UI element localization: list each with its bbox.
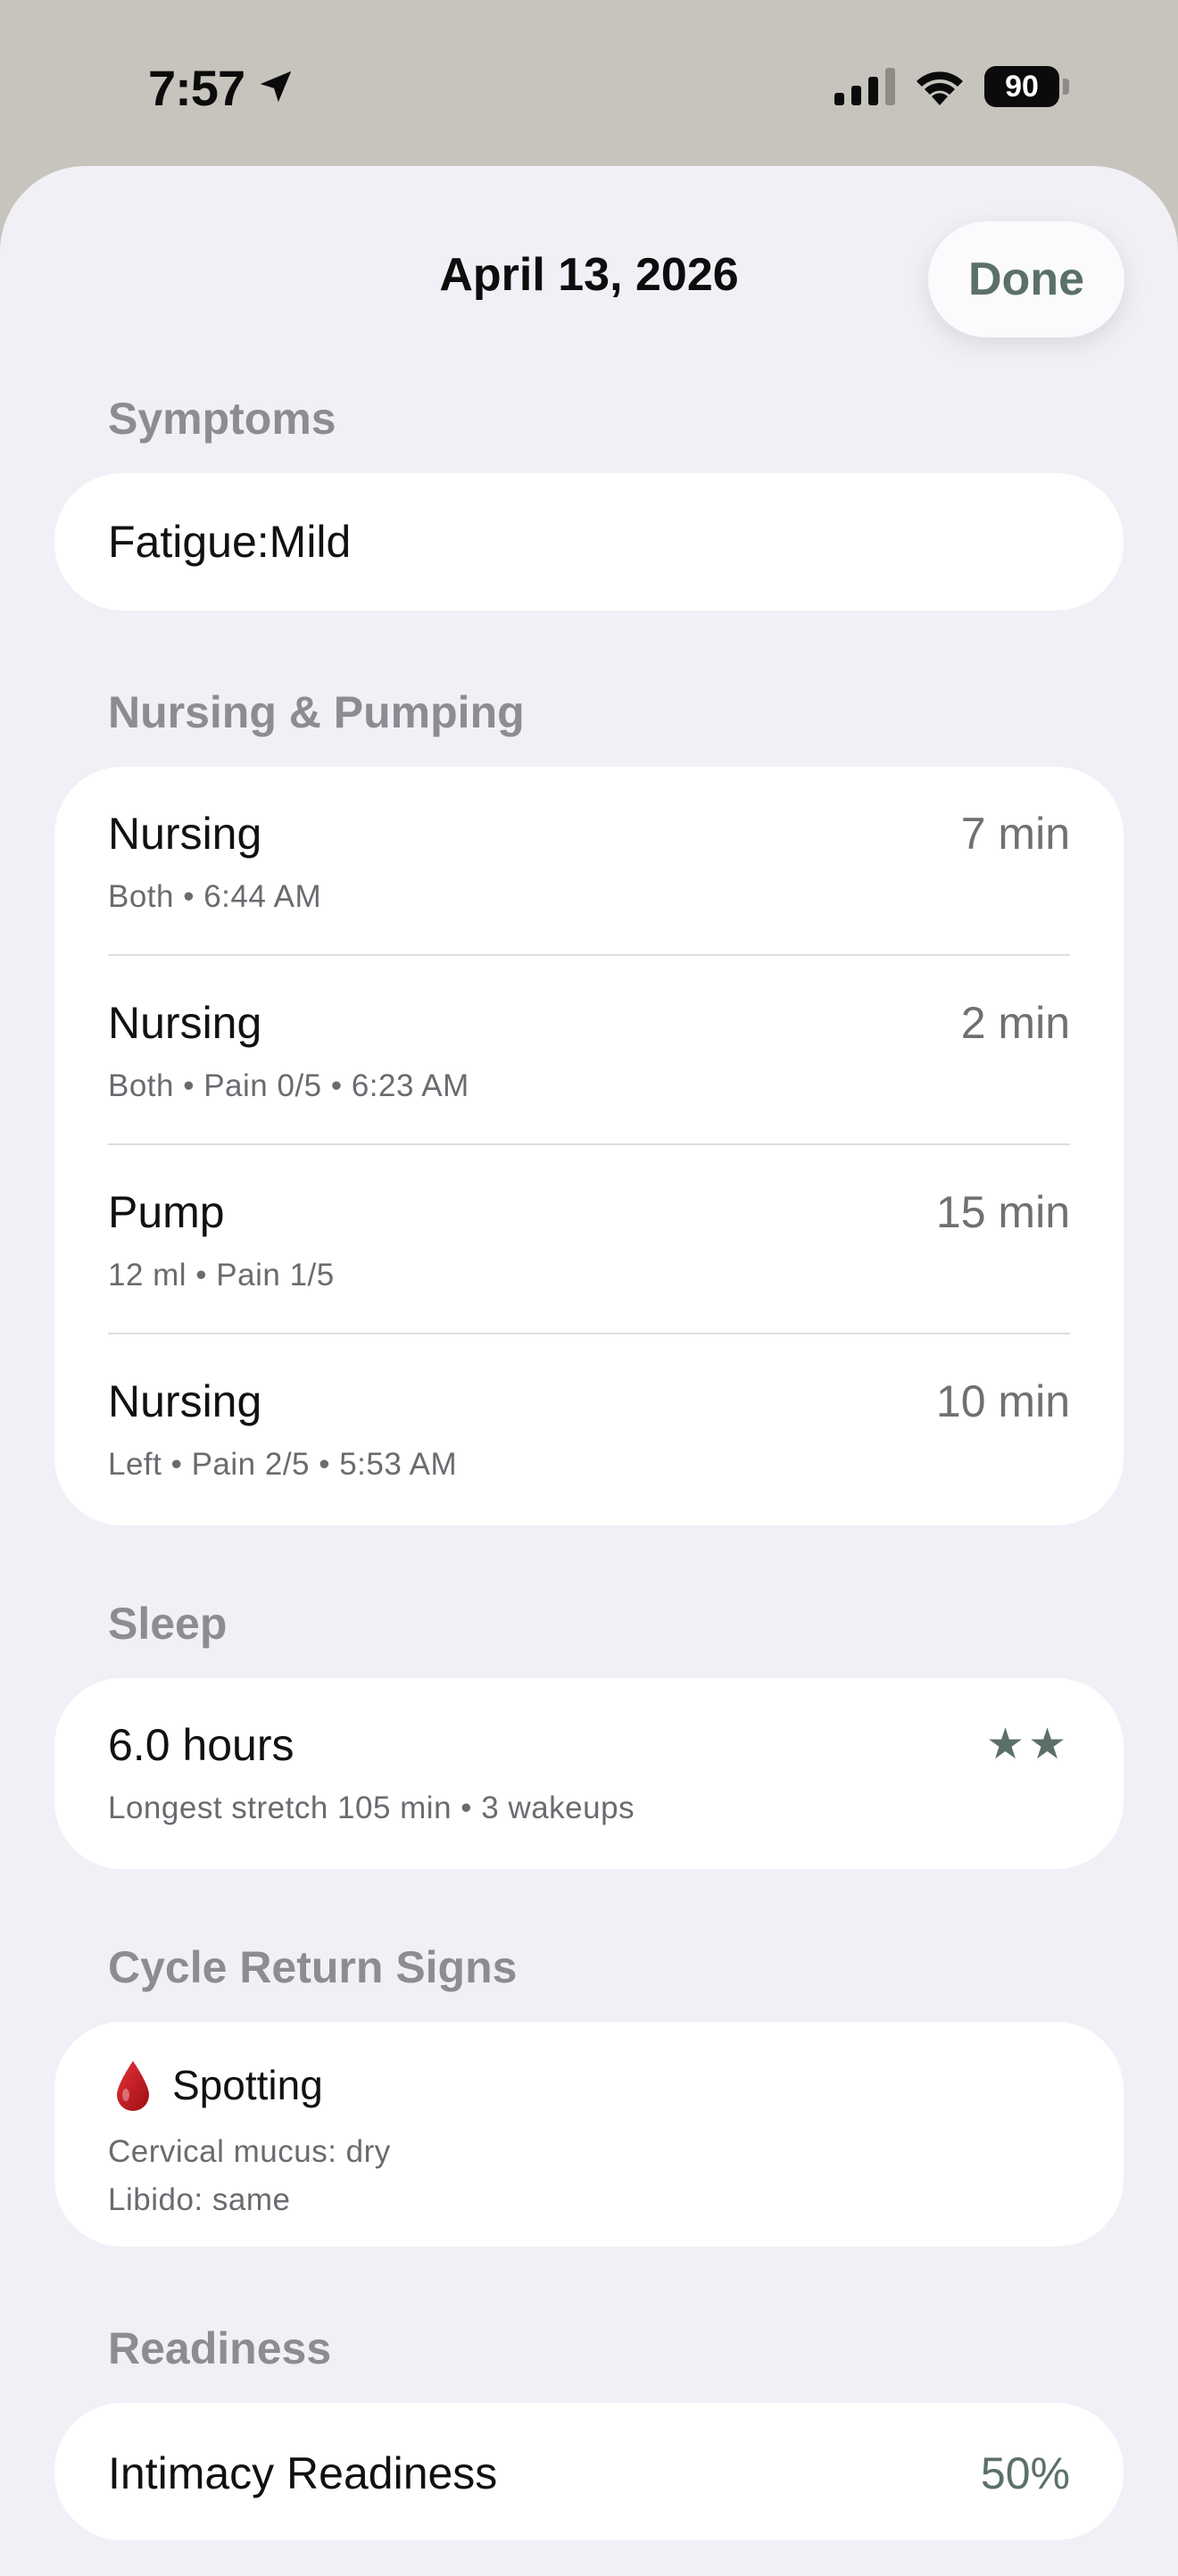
entry-subtitle: 12 ml • Pain 1/5 <box>108 1258 335 1292</box>
section-header-sleep: Sleep <box>108 1599 228 1649</box>
symptom-title: Fatigue:Mild <box>108 517 352 567</box>
entry-title: Nursing <box>108 1376 262 1426</box>
cycle-flow-title: Spotting <box>172 2062 323 2108</box>
list-item[interactable]: Nursing Both • Pain 0/5 • 6:23 AM 2 min <box>108 956 1070 1143</box>
entry-title: Nursing <box>108 998 262 1048</box>
status-bar: 7:57 90 <box>0 0 1178 166</box>
section-header-cycle: Cycle Return Signs <box>108 1942 518 1992</box>
battery-level: 90 <box>984 66 1059 107</box>
entry-duration: 7 min <box>960 809 1070 859</box>
cycle-signs-row[interactable]: Spotting Cervical mucus: dry Libido: sam… <box>108 2022 1070 2247</box>
battery-cap <box>1063 79 1069 95</box>
entry-subtitle: Left • Pain 2/5 • 5:53 AM <box>108 1447 458 1482</box>
list-item[interactable]: Nursing Left • Pain 2/5 • 5:53 AM 10 min <box>108 1334 1070 1525</box>
libido-line: Libido: same <box>108 2182 291 2217</box>
readiness-title: Intimacy Readiness <box>108 2448 498 2498</box>
battery-icon: 90 <box>984 66 1070 107</box>
list-item[interactable]: Pump 12 ml • Pain 1/5 15 min <box>108 1145 1070 1333</box>
wifi-icon <box>917 71 963 105</box>
sleep-summary-row[interactable]: 6.0 hours Longest stretch 105 min • 3 wa… <box>108 1678 1070 1869</box>
symptoms-card: Fatigue:Mild <box>54 473 1124 611</box>
cellular-signal-icon <box>834 68 895 105</box>
readiness-row[interactable]: Intimacy Readiness 50% <box>108 2403 1070 2540</box>
nursing-card: Nursing Both • 6:44 AM 7 min Nursing Bot… <box>54 767 1124 1525</box>
entry-subtitle: Both • 6:44 AM <box>108 879 322 914</box>
sleep-details: Longest stretch 105 min • 3 wakeups <box>108 1791 635 1825</box>
entry-duration: 2 min <box>960 998 1070 1048</box>
location-arrow-icon <box>260 71 292 103</box>
entry-title: Nursing <box>108 809 262 859</box>
entry-duration: 15 min <box>935 1187 1070 1237</box>
section-header-nursing: Nursing & Pumping <box>108 687 525 737</box>
sleep-hours: 6.0 hours <box>108 1720 294 1770</box>
list-item[interactable]: Nursing Both • 6:44 AM 7 min <box>108 767 1070 954</box>
section-header-readiness: Readiness <box>108 2323 332 2373</box>
section-header-symptoms: Symptoms <box>108 394 336 444</box>
blood-drop-icon <box>117 2061 149 2111</box>
cycle-card: Spotting Cervical mucus: dry Libido: sam… <box>54 2022 1124 2247</box>
star-rating-icon: ★★ <box>985 1721 1070 1768</box>
entry-duration: 10 min <box>935 1376 1070 1426</box>
readiness-card: Intimacy Readiness 50% <box>54 2403 1124 2540</box>
entry-subtitle: Both • Pain 0/5 • 6:23 AM <box>108 1068 469 1103</box>
readiness-value: 50% <box>980 2448 1070 2498</box>
sleep-card: 6.0 hours Longest stretch 105 min • 3 wa… <box>54 1678 1124 1869</box>
cervical-mucus-line: Cervical mucus: dry <box>108 2134 391 2169</box>
done-button[interactable]: Done <box>928 221 1124 337</box>
status-time: 7:57 <box>148 60 245 116</box>
list-item[interactable]: Fatigue:Mild <box>108 473 1070 611</box>
entry-title: Pump <box>108 1187 225 1237</box>
day-detail-sheet: April 13, 2026 Done Symptoms Fatigue:Mil… <box>0 166 1178 2576</box>
